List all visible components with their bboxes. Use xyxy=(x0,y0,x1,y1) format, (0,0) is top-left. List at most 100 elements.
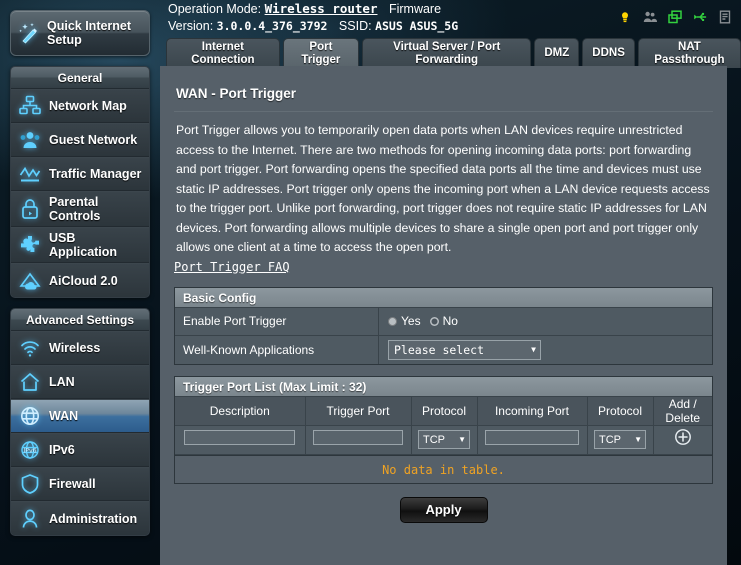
column-header-description: Description xyxy=(175,396,306,426)
apply-button-container: Apply xyxy=(174,484,713,523)
parental-controls-icon xyxy=(18,197,42,221)
basic-config-heading: Basic Config xyxy=(175,287,712,308)
chevron-down-icon: ▼ xyxy=(458,434,466,444)
table-entry-row: TCP ▼ TCP ▼ xyxy=(175,425,712,455)
tab-virtual-server-port-forwarding[interactable]: Virtual Server / Port Forwarding xyxy=(362,38,532,68)
usb-device-icon[interactable] xyxy=(692,9,708,25)
incoming-port-input[interactable] xyxy=(485,429,579,445)
basic-config-panel: Basic Config Enable Port Trigger Yes No xyxy=(174,286,713,365)
version-label: Version: xyxy=(168,19,214,33)
sidebar-item-wireless[interactable]: Wireless xyxy=(11,331,149,365)
traffic-manager-icon xyxy=(18,162,42,186)
ssid-value: ASUS ASUS_5G xyxy=(375,19,459,33)
sidebar-item-label: AiCloud 2.0 xyxy=(49,273,118,288)
firewall-shield-icon xyxy=(18,472,42,496)
clients-people-icon[interactable] xyxy=(642,9,658,25)
tab-label: Port Trigger xyxy=(301,40,341,66)
sidebar-item-firewall[interactable]: Firewall xyxy=(11,467,149,501)
sidebar-item-ipv6[interactable]: IPv6 IPv6 xyxy=(11,433,149,467)
firmware-label: Firmware xyxy=(388,2,442,16)
sidebar-group-advanced-settings: Advanced Settings Wireless LAN WAN IPv6 … xyxy=(10,308,150,536)
sidebar-item-lan[interactable]: LAN xyxy=(11,365,149,399)
operation-mode-value[interactable]: Wireless router xyxy=(265,1,378,16)
wireless-icon xyxy=(18,336,42,360)
trigger-protocol-value: TCP xyxy=(423,433,445,446)
cell-add-delete xyxy=(653,425,712,455)
port-trigger-faq-link[interactable]: Port Trigger FAQ xyxy=(174,260,290,274)
quick-internet-setup-button[interactable]: Quick Internet Setup xyxy=(10,10,150,56)
chevron-down-icon: ▼ xyxy=(531,344,536,354)
status-icon-tray xyxy=(617,9,733,25)
table-header-row: Description Trigger Port Protocol Incomi… xyxy=(175,396,712,426)
trigger-port-input[interactable] xyxy=(312,429,404,445)
well-known-applications-value: Please select xyxy=(394,342,485,357)
sidebar-item-parental-controls[interactable]: Parental Controls xyxy=(11,191,149,227)
ipv6-icon: IPv6 xyxy=(18,438,42,462)
column-header-incoming-port: Incoming Port xyxy=(477,396,588,426)
guest-network-icon xyxy=(18,128,42,152)
description-input[interactable] xyxy=(184,429,296,445)
sidebar-item-guest-network[interactable]: Guest Network xyxy=(11,123,149,157)
trigger-port-list-panel: Trigger Port List (Max Limit : 32) Descr… xyxy=(174,375,713,456)
sidebar-item-usb-application[interactable]: USB Application xyxy=(11,227,149,263)
magic-wand-icon xyxy=(17,21,41,45)
sidebar-item-label: LAN xyxy=(49,375,75,389)
enable-port-trigger-row: Enable Port Trigger Yes No xyxy=(175,307,712,336)
aicloud-icon xyxy=(18,269,42,293)
tab-label: DMZ xyxy=(544,47,570,59)
cell-trigger-port xyxy=(305,425,412,455)
tab-nat-passthrough[interactable]: NAT Passthrough xyxy=(637,38,741,68)
quick-internet-setup-label: Quick Internet Setup xyxy=(47,19,132,47)
sidebar-item-network-map[interactable]: Network Map xyxy=(11,89,149,123)
apply-button[interactable]: Apply xyxy=(399,496,488,523)
tab-internet-connection[interactable]: Internet Connection xyxy=(166,38,280,68)
radio-option-yes[interactable]: Yes xyxy=(388,314,421,328)
plus-circle-icon[interactable] xyxy=(674,428,692,451)
operation-mode-label: Operation Mode: xyxy=(168,2,262,16)
sidebar-item-administration[interactable]: Administration xyxy=(11,501,149,535)
sidebar-item-label: Guest Network xyxy=(49,133,138,147)
tab-label: Virtual Server / Port Forwarding xyxy=(393,40,501,66)
sidebar-item-aicloud[interactable]: AiCloud 2.0 xyxy=(11,263,149,297)
well-known-applications-row: Well-Known Applications Please select ▼ xyxy=(175,335,712,364)
sidebar-item-traffic-manager[interactable]: Traffic Manager xyxy=(11,157,149,191)
column-header-incoming-protocol: Protocol xyxy=(587,396,654,426)
notification-bulb-icon[interactable] xyxy=(617,9,633,25)
administration-user-icon xyxy=(18,507,42,531)
radio-option-no[interactable]: No xyxy=(429,314,458,328)
sidebar-item-wan[interactable]: WAN xyxy=(11,399,149,433)
well-known-applications-control: Please select ▼ xyxy=(379,336,712,364)
well-known-applications-label: Well-Known Applications xyxy=(175,335,379,364)
tab-label: DDNS xyxy=(592,47,625,59)
empty-table-message: No data in table. xyxy=(174,455,713,484)
sidebar-item-label: Firewall xyxy=(49,477,96,491)
column-header-add-delete: Add / Delete xyxy=(653,396,712,426)
usb-application-icon xyxy=(18,233,42,257)
radio-dot-no xyxy=(429,316,439,326)
incoming-protocol-select[interactable]: TCP ▼ xyxy=(594,430,646,450)
column-header-trigger-protocol: Protocol xyxy=(411,396,478,426)
cell-incoming-protocol: TCP ▼ xyxy=(587,425,654,455)
lan-home-icon xyxy=(18,370,42,394)
incoming-protocol-value: TCP xyxy=(599,433,621,446)
sidebar-group-general-title: General xyxy=(11,67,149,89)
sidebar-item-label: Wireless xyxy=(49,341,101,355)
printer-icon[interactable] xyxy=(717,9,733,25)
svg-text:IPv6: IPv6 xyxy=(23,447,36,454)
cell-trigger-protocol: TCP ▼ xyxy=(411,425,478,455)
sidebar-item-label: WAN xyxy=(49,409,79,423)
sidebar-item-label: USB Application xyxy=(49,231,118,259)
top-status-bar: Operation Mode: Wireless router Firmware… xyxy=(160,0,741,36)
trigger-protocol-select[interactable]: TCP ▼ xyxy=(418,430,470,450)
sidebar: Quick Internet Setup General Network Map xyxy=(0,0,160,565)
tab-label: NAT Passthrough xyxy=(654,40,725,66)
version-value: 3.0.0.4_376_3792 xyxy=(216,19,328,33)
cell-description xyxy=(175,425,306,455)
tab-ddns[interactable]: DDNS xyxy=(582,38,635,68)
sidebar-item-label: Parental Controls xyxy=(49,195,101,223)
display-monitor-icon[interactable] xyxy=(667,9,683,25)
tab-port-trigger[interactable]: Port Trigger xyxy=(282,38,360,68)
radio-label-yes: Yes xyxy=(401,314,421,328)
tab-dmz[interactable]: DMZ xyxy=(534,38,580,68)
well-known-applications-select[interactable]: Please select ▼ xyxy=(388,339,541,360)
